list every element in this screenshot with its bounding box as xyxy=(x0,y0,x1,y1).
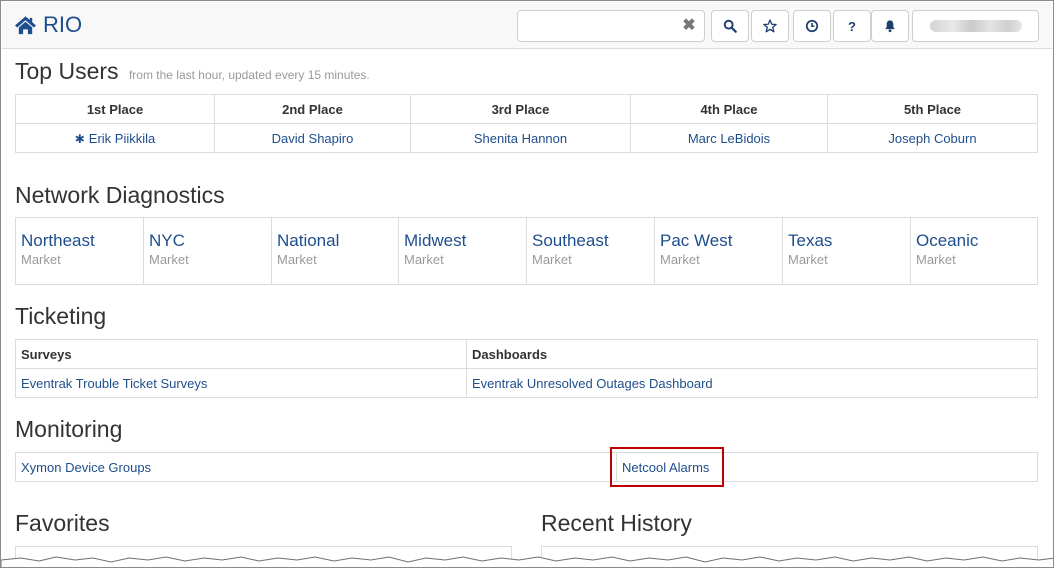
ticketing-title: Ticketing xyxy=(15,303,107,329)
app-window: RIO ✖ ? Top Users from the last hour, up… xyxy=(0,0,1054,568)
ticketing-table: Surveys Dashboards Eventrak Trouble Tick… xyxy=(15,339,1038,398)
clock-icon xyxy=(805,19,819,33)
question-icon: ? xyxy=(848,18,856,34)
close-icon[interactable]: ✖ xyxy=(682,18,696,34)
table-cell: Eventrak Unresolved Outages Dashboard xyxy=(466,368,1038,398)
bell-icon xyxy=(885,20,895,33)
column-header: 2nd Place xyxy=(214,94,411,124)
highlight-box xyxy=(610,447,724,487)
navbar: RIO ✖ ? xyxy=(2,2,1052,49)
market-label: Market xyxy=(404,252,444,267)
user-link[interactable]: Shenita Hannon xyxy=(474,131,567,146)
network-diagnostics-title: Network Diagnostics xyxy=(15,182,225,208)
market-cell-pac-west[interactable]: Pac West Market xyxy=(654,217,783,285)
column-header: Dashboards xyxy=(466,339,1038,369)
search-input[interactable] xyxy=(524,12,674,40)
table-cell: David Shapiro xyxy=(214,123,411,153)
market-name: Midwest xyxy=(404,231,467,250)
home-icon xyxy=(14,16,37,35)
history-button[interactable] xyxy=(793,10,831,42)
recent-history-title: Recent History xyxy=(541,510,692,536)
market-name: NYC xyxy=(149,231,185,250)
table-cell: Marc LeBidois xyxy=(630,123,828,153)
column-header: 5th Place xyxy=(827,94,1038,124)
table-cell: Eventrak Trouble Ticket Surveys xyxy=(15,368,467,398)
market-cell-national[interactable]: National Market xyxy=(271,217,399,285)
market-name: Northeast xyxy=(21,231,95,250)
table-header-row: Surveys Dashboards xyxy=(15,339,1038,369)
table-cell: Shenita Hannon xyxy=(410,123,631,153)
user-link[interactable]: Marc LeBidois xyxy=(688,131,770,146)
table-row: ✱ Erik Piikkila David Shapiro Shenita Han… xyxy=(15,123,1038,153)
column-header: 1st Place xyxy=(15,94,215,124)
table-row: Eventrak Trouble Ticket Surveys Eventrak… xyxy=(15,368,1038,398)
market-label: Market xyxy=(660,252,700,267)
top-users-title: Top Users xyxy=(15,58,119,84)
torn-edge xyxy=(1,556,1053,567)
search-box: ✖ xyxy=(517,10,705,42)
search-button[interactable] xyxy=(711,10,749,42)
market-label: Market xyxy=(532,252,572,267)
market-name: Southeast xyxy=(532,231,609,250)
surveys-link[interactable]: Eventrak Trouble Ticket Surveys xyxy=(21,376,207,391)
user-link[interactable]: Joseph Coburn xyxy=(888,131,976,146)
table-cell: Xymon Device Groups xyxy=(15,452,617,482)
column-header: 3rd Place xyxy=(410,94,631,124)
top-users-table: 1st Place 2nd Place 3rd Place 4th Place … xyxy=(15,94,1038,153)
avatar xyxy=(929,20,1022,32)
help-button[interactable]: ? xyxy=(833,10,871,42)
market-name: Oceanic xyxy=(916,231,979,250)
market-name: National xyxy=(277,231,340,250)
market-cell-nyc[interactable]: NYC Market xyxy=(143,217,272,285)
asterisk-icon: ✱ xyxy=(74,131,85,146)
notifications-button[interactable] xyxy=(871,10,909,42)
table-cell: Joseph Coburn xyxy=(827,123,1038,153)
network-markets-table: Northeast Market NYC Market National Market… xyxy=(15,217,1038,285)
markets-row: Northeast Market NYC Market National Market… xyxy=(15,217,1038,285)
user-link[interactable]: David Shapiro xyxy=(272,131,354,146)
brand-title: RIO xyxy=(43,12,83,37)
column-header: Surveys xyxy=(15,339,467,369)
column-header: 4th Place xyxy=(630,94,828,124)
top-users-heading: Top Users from the last hour, updated ev… xyxy=(15,58,370,85)
monitoring-title: Monitoring xyxy=(15,416,123,442)
star-icon xyxy=(763,19,777,33)
favorites-title: Favorites xyxy=(15,510,110,536)
table-header-row: 1st Place 2nd Place 3rd Place 4th Place … xyxy=(15,94,1038,124)
market-label: Market xyxy=(788,252,828,267)
user-link[interactable]: Erik Piikkila xyxy=(89,131,155,146)
market-cell-texas[interactable]: Texas Market xyxy=(782,217,911,285)
top-users-subtitle: from the last hour, updated every 15 min… xyxy=(128,68,370,82)
market-name: Pac West xyxy=(660,231,733,250)
user-menu-button[interactable] xyxy=(912,10,1039,42)
table-row: Xymon Device Groups Netcool Alarms xyxy=(15,452,1038,482)
market-name: Texas xyxy=(788,231,833,250)
market-label: Market xyxy=(277,252,317,267)
market-cell-oceanic[interactable]: Oceanic Market xyxy=(910,217,1038,285)
xymon-device-groups-link[interactable]: Xymon Device Groups xyxy=(21,460,151,475)
market-cell-midwest[interactable]: Midwest Market xyxy=(398,217,527,285)
brand-link[interactable]: RIO xyxy=(14,10,82,40)
outages-dashboard-link[interactable]: Eventrak Unresolved Outages Dashboard xyxy=(472,376,713,391)
market-cell-northeast[interactable]: Northeast Market xyxy=(15,217,144,285)
market-label: Market xyxy=(149,252,189,267)
monitoring-table: Xymon Device Groups Netcool Alarms xyxy=(15,452,1038,482)
search-icon xyxy=(723,19,737,33)
market-cell-southeast[interactable]: Southeast Market xyxy=(526,217,655,285)
favorites-button[interactable] xyxy=(751,10,789,42)
market-label: Market xyxy=(916,252,956,267)
table-cell: ✱ Erik Piikkila xyxy=(15,123,215,153)
market-label: Market xyxy=(21,252,61,267)
